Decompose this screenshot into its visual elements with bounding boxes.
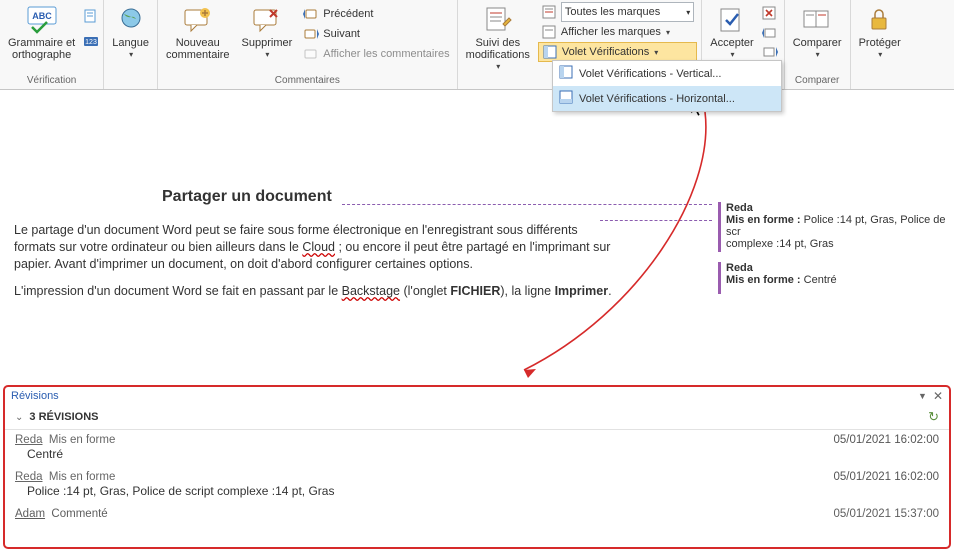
prev-change-icon[interactable] — [762, 27, 780, 42]
reviewing-pane-dropdown: Volet Vérifications - Vertical... Volet … — [552, 60, 782, 112]
prev-comment-button[interactable]: Précédent — [300, 4, 452, 24]
comment-balloon-1[interactable]: Reda Mis en forme : Police :14 pt, Gras,… — [726, 202, 954, 250]
show-markup-icon — [541, 24, 557, 40]
revision-detail: Centré — [15, 447, 939, 461]
chevron-down-icon: ▾ — [496, 62, 500, 71]
comment-balloon-2[interactable]: Reda Mis en forme : Centré — [726, 262, 954, 286]
svg-text:ABC: ABC — [32, 11, 52, 21]
next-comment-button[interactable]: Suivant — [300, 24, 452, 44]
accept-icon — [716, 4, 748, 36]
lock-icon — [864, 4, 896, 36]
prev-icon — [303, 6, 319, 22]
revision-item[interactable]: 05/01/2021 16:02:00Reda Mis en formeCent… — [5, 430, 949, 467]
comment-bar — [718, 202, 721, 252]
show-comments-button[interactable]: Afficher les commentaires — [300, 44, 452, 64]
revisions-pane: Révisions ▼ ✕ ⌄ 3 RÉVISIONS ↻ 05/01/2021… — [3, 385, 951, 549]
globe-icon — [115, 4, 147, 36]
new-comment-button[interactable]: Nouveau commentaire — [162, 2, 234, 63]
group-langue: Langue ▾ — [104, 0, 158, 89]
chevron-down-icon: ▾ — [129, 50, 133, 59]
revisions-header: Révisions ▼ ✕ — [5, 387, 949, 405]
comment-connector — [600, 220, 712, 221]
markup-combo[interactable]: Toutes les marques▾ — [538, 2, 697, 22]
group-verification: ABC Grammaire et orthographe 123 Vérific… — [0, 0, 104, 89]
delete-comment-button[interactable]: Supprimer ▾ — [238, 2, 297, 61]
doc-paragraph-2: L'impression d'un document Word se fait … — [14, 283, 614, 300]
track-changes-button[interactable]: Suivi des modifications▾ — [462, 2, 534, 73]
ribbon: ABC Grammaire et orthographe 123 Vérific… — [0, 0, 954, 90]
reject-icon[interactable] — [762, 6, 780, 23]
revisions-list: 05/01/2021 16:02:00Reda Mis en formeCent… — [5, 430, 949, 526]
revision-meta: Adam Commenté — [15, 508, 939, 520]
comment-connector — [342, 204, 712, 205]
reviewing-pane-button[interactable]: Volet Vérifications▾ — [538, 42, 697, 62]
thesaurus-icon[interactable] — [83, 8, 99, 27]
revision-item[interactable]: 05/01/2021 16:02:00Reda Mis en formePoli… — [5, 467, 949, 504]
svg-text:123: 123 — [85, 39, 97, 46]
track-changes-icon — [482, 4, 514, 36]
revision-meta: Reda Mis en forme — [15, 471, 939, 483]
revision-item[interactable]: 05/01/2021 15:37:00Adam Commenté — [5, 504, 949, 526]
word-count-icon[interactable]: 123 — [83, 33, 99, 52]
doc-paragraph-1: Le partage d'un document Word peut se fa… — [14, 222, 614, 273]
new-comment-icon — [182, 4, 214, 36]
next-change-icon[interactable] — [762, 46, 780, 61]
revision-meta: Reda Mis en forme — [15, 434, 939, 446]
dropdown-item-horizontal[interactable]: Volet Vérifications - Horizontal... — [553, 86, 781, 111]
group-commentaires: Nouveau commentaire Supprimer ▾ Précéden… — [158, 0, 458, 89]
pane-horizontal-icon — [559, 90, 573, 107]
abc-check-icon: ABC — [26, 4, 58, 36]
markup-icon — [541, 4, 557, 20]
dropdown-item-vertical[interactable]: Volet Vérifications - Vertical... — [553, 61, 781, 86]
grammar-button[interactable]: ABC Grammaire et orthographe — [4, 2, 79, 63]
revision-detail: Police :14 pt, Gras, Police de script co… — [15, 484, 939, 498]
show-markup-button[interactable]: Afficher les marques▾ — [538, 22, 697, 42]
group-proteger: Protéger▾ — [851, 0, 909, 89]
group-comparer: Comparer▾ Comparer — [785, 0, 851, 89]
chevron-down-icon: ⌄ — [15, 412, 23, 423]
accept-button[interactable]: Accepter▾ — [706, 2, 757, 61]
chevron-down-icon: ▾ — [265, 50, 269, 59]
next-icon — [303, 26, 319, 42]
langue-button[interactable]: Langue ▾ — [108, 2, 153, 61]
comment-bar — [718, 262, 721, 294]
refresh-icon[interactable]: ↻ — [928, 409, 939, 425]
compare-button[interactable]: Comparer▾ — [789, 2, 846, 61]
dropdown-toggle-icon[interactable]: ▼ — [918, 391, 927, 401]
revision-timestamp: 05/01/2021 16:02:00 — [833, 434, 939, 446]
pane-vertical-icon — [559, 65, 573, 82]
show-comments-icon — [303, 46, 319, 62]
protect-button[interactable]: Protéger▾ — [855, 2, 905, 61]
compare-icon — [801, 4, 833, 36]
close-icon[interactable]: ✕ — [933, 389, 943, 403]
delete-comment-icon — [251, 4, 283, 36]
revisions-count-row[interactable]: ⌄ 3 RÉVISIONS ↻ — [5, 405, 949, 430]
revision-timestamp: 05/01/2021 16:02:00 — [833, 471, 939, 483]
pane-icon — [542, 44, 558, 60]
